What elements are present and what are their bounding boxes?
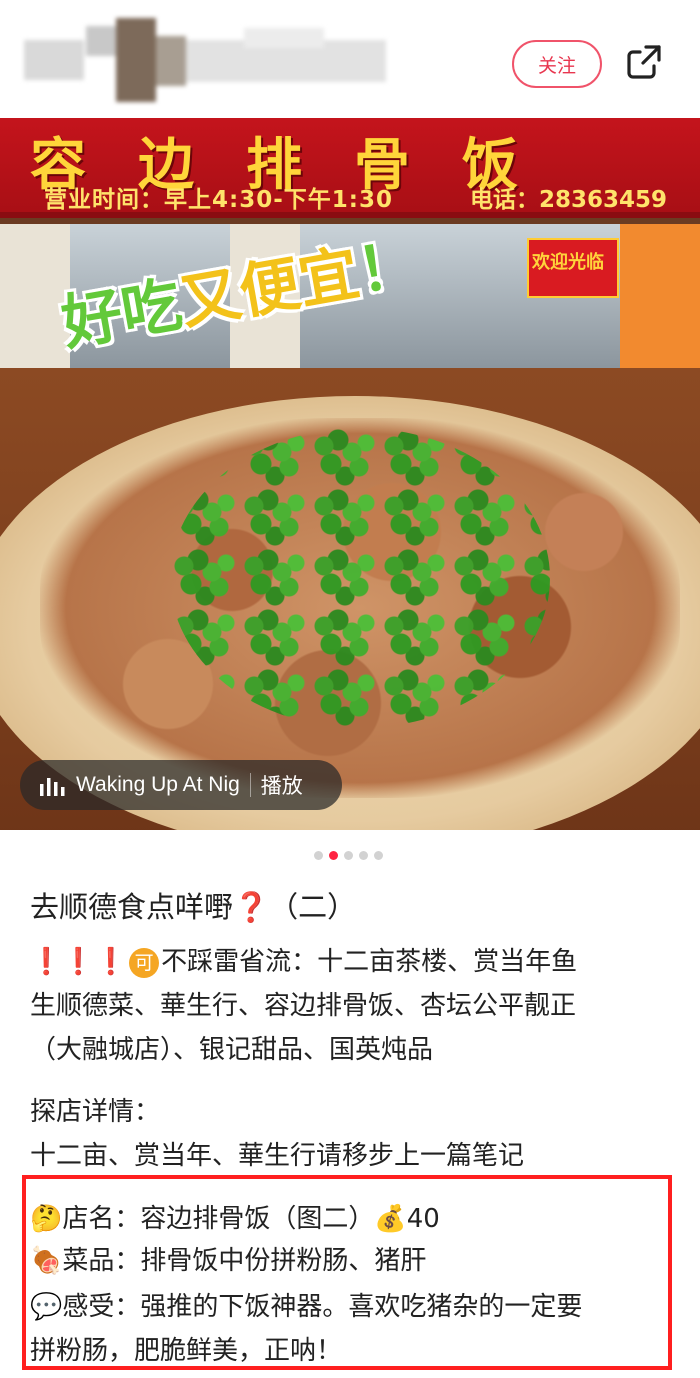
recommend-text-line-3: （大融城店）、银记甜品、国英炖品	[30, 1035, 434, 1065]
meat-icon: 🍖	[30, 1246, 63, 1276]
music-player-pill[interactable]: Waking Up At Nig 播放	[20, 760, 342, 810]
shop-name-text: 店名：容边排骨饭（图二）	[62, 1204, 375, 1234]
carousel-dot[interactable]	[359, 850, 368, 860]
shop-signboard: 容边排骨饭 营业时间：早上4:30-下午1:30 电话：28363459	[0, 118, 700, 218]
feeling-line-1: 💬感受：强推的下饭神器。喜欢吃猪杂的一定要	[30, 1286, 582, 1323]
follow-button[interactable]: 关注	[512, 40, 602, 88]
carousel-dot[interactable]	[314, 850, 323, 860]
music-divider	[249, 773, 251, 797]
speech-bubble-icon: 💬	[30, 1292, 63, 1322]
recommend-text-line-2: 生顺德菜、華生行、容边排骨饭、杏坛公平靓正	[30, 991, 577, 1021]
details-heading: 探店详情：	[30, 1097, 161, 1127]
carousel-dot[interactable]	[374, 850, 383, 860]
details-paragraph: 探店详情： 十二亩、赏当年、華生行请移步上一篇笔记	[30, 1090, 670, 1178]
shop-sign-phone: 电话：28363459	[470, 187, 668, 213]
share-icon[interactable]	[624, 42, 664, 82]
dish-text: 菜品：排骨饭中份拼粉肠、猪肝	[62, 1246, 427, 1276]
money-bag-icon: 💰	[374, 1204, 407, 1234]
carousel-dot-active[interactable]	[329, 850, 338, 860]
recommend-paragraph: ❗❗❗ 可不踩雷省流：十二亩茶楼、赏当年鱼 生顺德菜、華生行、容边排骨饭、杏坛公平…	[30, 940, 670, 1072]
slogan-part-3: ！	[352, 227, 424, 308]
shop-name-line: 🤔店名：容边排骨饭（图二）💰40	[30, 1198, 440, 1235]
exclamation-icons: ❗❗❗	[30, 947, 128, 977]
details-line: 十二亩、赏当年、華生行请移步上一篇笔记	[30, 1141, 525, 1171]
shop-sign-hours: 营业时间：早上4:30-下午1:30	[44, 187, 393, 213]
carousel-dots	[314, 850, 386, 860]
recommend-line-1: ❗❗❗ 可不踩雷省流：十二亩茶楼、赏当年鱼	[30, 940, 670, 984]
welcome-banner-text: 欢迎光临	[532, 252, 604, 273]
music-track-name: Waking Up At Nig	[76, 773, 240, 796]
post-header: 关注	[0, 0, 700, 118]
post-photo[interactable]: 欢迎光临 容边排骨饭 营业时间：早上4:30-下午1:30 电话：2836345…	[0, 118, 700, 830]
feeling-text-1: 感受：强推的下饭神器。喜欢吃猪杂的一定要	[62, 1292, 583, 1322]
scallion-garnish	[170, 428, 550, 728]
feeling-line-2: 拼粉肠，肥脆鲜美，正呐！	[30, 1336, 343, 1366]
dish-line: 🍖菜品：排骨饭中份拼粉肠、猪肝	[30, 1240, 426, 1277]
blurred-author-info	[24, 18, 389, 104]
thinking-face-icon: 🤔	[30, 1204, 63, 1234]
ok-badge-icon: 可	[129, 947, 160, 978]
price-text: 40	[406, 1204, 440, 1234]
carousel-dot[interactable]	[344, 850, 353, 860]
recommend-text-line-1: 不踩雷省流：十二亩茶楼、赏当年鱼	[161, 947, 578, 977]
audio-bars-icon	[40, 778, 65, 796]
post-title: 去顺德食点咩嘢❓（二）	[30, 890, 357, 924]
music-play-label[interactable]: 播放	[261, 770, 303, 800]
